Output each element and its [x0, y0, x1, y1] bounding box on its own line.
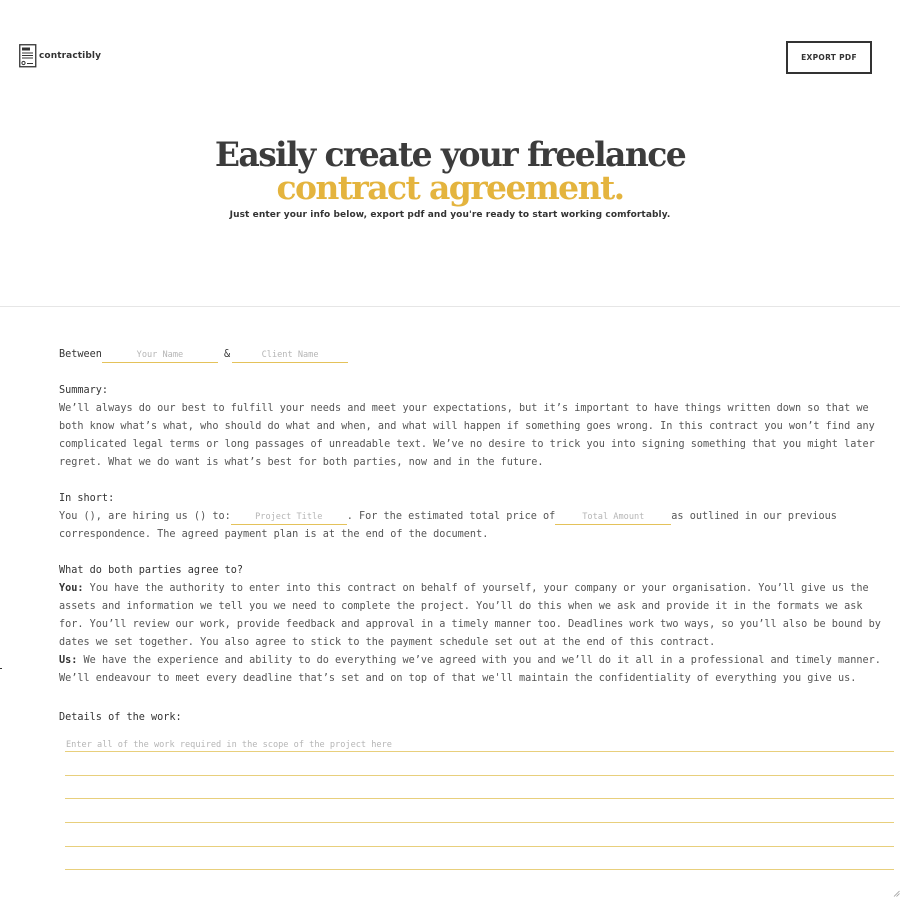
work-rule-line	[65, 869, 894, 870]
agree-you-paragraph: You: You have the authority to enter int…	[59, 580, 885, 652]
in-short-part1: You (), are hiring us () to:	[59, 511, 231, 522]
work-rule-line	[65, 846, 894, 847]
hero: Easily create your freelance contract ag…	[0, 135, 900, 220]
your-name-input[interactable]: Your Name	[101, 349, 218, 363]
us-text: We have the experience and ability to do…	[59, 655, 881, 684]
agree-title: What do both parties agree to?	[59, 565, 244, 576]
hero-subtitle: Just enter your info below, export pdf a…	[229, 210, 671, 220]
us-label: Us:	[59, 655, 78, 666]
in-short-title: In short:	[59, 493, 115, 504]
work-rule-line	[65, 822, 894, 823]
hero-title-line1: Easily create your freelance	[214, 134, 687, 175]
work-rule-line	[65, 751, 894, 752]
total-amount-input[interactable]: Total Amount	[555, 511, 672, 525]
work-rule-line	[65, 775, 894, 776]
work-details-placeholder: Enter all of the work required in the sc…	[66, 740, 392, 750]
ampersand: &	[223, 349, 231, 360]
edge-marker	[0, 668, 2, 669]
work-rule-line	[65, 798, 894, 799]
contract-document: Between Your Name & Client Name Summary: We…	[59, 346, 885, 688]
resize-handle-icon[interactable]	[893, 884, 900, 897]
you-label: You:	[59, 583, 84, 594]
contract-document-icon	[19, 44, 37, 68]
agree-us-paragraph: Us: We have the experience and ability t…	[59, 652, 885, 688]
section-divider	[0, 306, 900, 307]
in-short-text: You (), are hiring us () to: Project Titl…	[59, 508, 885, 544]
brand-name: contractibly	[39, 51, 102, 61]
summary-title: Summary:	[59, 385, 109, 396]
project-title-input[interactable]: Project Title	[230, 511, 347, 525]
between-label: Between	[59, 349, 102, 360]
work-details-textarea[interactable]: Enter all of the work required in the sc…	[65, 736, 894, 886]
summary-text: We’ll always do our best to fulfill your…	[59, 403, 875, 468]
brand-logo[interactable]: contractibly	[19, 44, 101, 68]
export-pdf-button[interactable]: EXPORT PDF	[786, 41, 872, 74]
work-details-title: Details of the work:	[59, 712, 182, 723]
between-row: Between Your Name & Client Name	[59, 346, 885, 364]
you-text: You have the authority to enter into thi…	[59, 583, 881, 648]
in-short-part2: . For the estimated total price of	[346, 511, 556, 522]
client-name-input[interactable]: Client Name	[232, 349, 349, 363]
hero-title-line2: contract agreement.	[276, 168, 625, 207]
